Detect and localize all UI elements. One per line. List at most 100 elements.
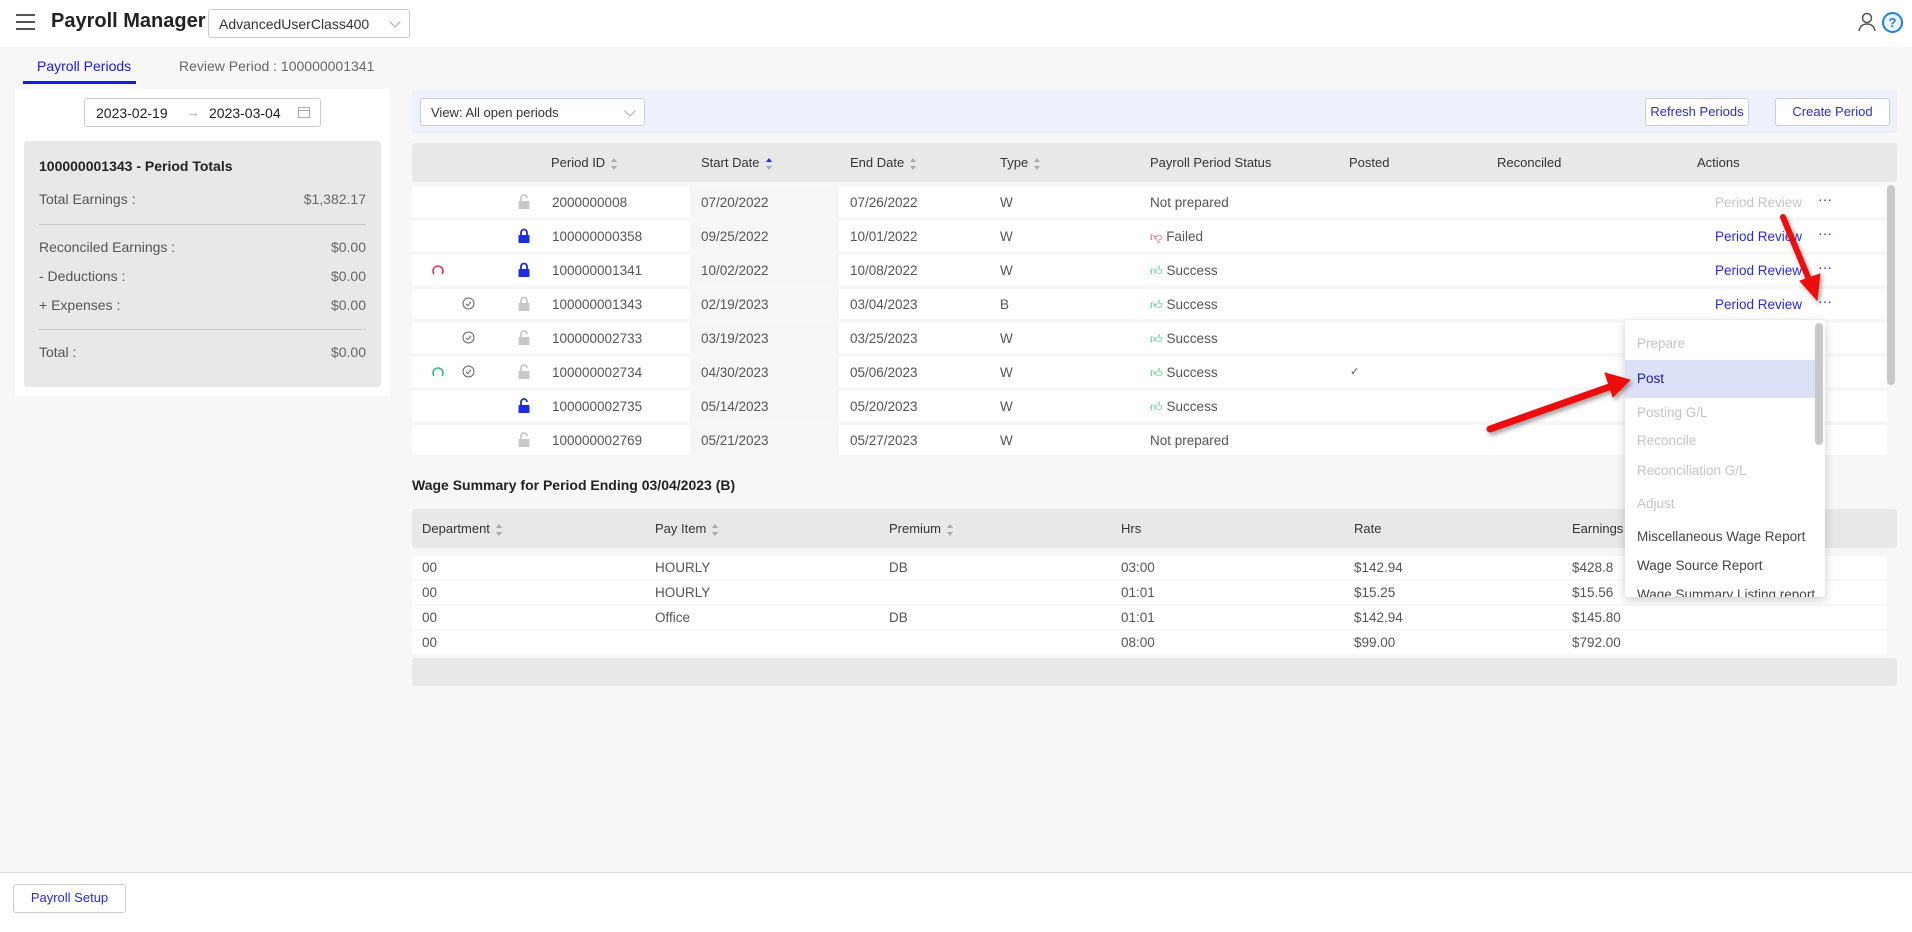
start-date: 05/21/2023 (701, 433, 769, 448)
expenses-label: + Expenses : (39, 297, 121, 313)
tab-payroll-periods[interactable]: Payroll Periods (37, 58, 131, 74)
periods-table-header: Period ID Start Date End Date Type Payro… (412, 143, 1897, 182)
table-row[interactable]: 2000000008 07/20/2022 07/26/2022 W Not prepa… (412, 187, 1887, 217)
end-date: 05/20/2023 (850, 399, 918, 414)
wage-cell-department: 00 (422, 635, 438, 650)
menu-item-post[interactable]: Post (1625, 360, 1815, 398)
period-type: W (1000, 365, 1013, 380)
table-row[interactable]: 100000001341 10/02/2022 10/08/2022 W 👍︎ Succe… (412, 255, 1887, 285)
app-title: Payroll Manager (51, 10, 206, 32)
date-range-picker[interactable]: 2023-02-19 → 2023-03-04 (84, 98, 321, 127)
footer-bar: Payroll Setup (0, 872, 1912, 932)
wage-row: 00 Office DB 01:01 $142.94 $145.80 (412, 606, 1887, 629)
tab-review-period[interactable]: Review Period : 100000001341 (179, 58, 374, 74)
wage-cell-earnings: $792.00 (1572, 635, 1621, 650)
start-date: 09/25/2022 (701, 229, 769, 244)
column-header-label: Pay Item (655, 521, 707, 536)
end-date: 10/08/2022 (850, 263, 918, 278)
start-date: 05/14/2023 (701, 399, 769, 414)
more-actions-button[interactable]: ··· (1818, 225, 1832, 241)
chevron-down-icon (624, 105, 636, 117)
status: 👍︎ Success (1150, 331, 1218, 347)
period-id: 100000002735 (552, 399, 643, 414)
active-tab-indicator (23, 81, 136, 84)
user-class-select[interactable]: AdvancedUserClass400 (208, 9, 410, 38)
period-review-link[interactable]: Period Review (1715, 229, 1802, 244)
help-icon[interactable]: ? (1882, 12, 1903, 33)
reconciled-earnings-label: Reconciled Earnings : (39, 239, 176, 255)
column-header-department[interactable]: Department (422, 521, 503, 536)
thumbs-up-icon: 👍︎ (1150, 264, 1163, 278)
menu-icon[interactable] (16, 14, 35, 30)
expenses-value: $0.00 (330, 297, 366, 313)
period-id: 100000001341 (552, 263, 643, 278)
more-actions-button[interactable]: ··· (1818, 293, 1832, 309)
table-row[interactable]: 100000000358 09/25/2022 10/01/2022 W 👎︎ Faile… (412, 221, 1887, 251)
column-header-start-date[interactable]: Start Date (701, 155, 773, 170)
sort-icon[interactable] (1034, 157, 1041, 170)
wage-cell-premium: DB (889, 610, 908, 625)
sort-icon[interactable] (495, 523, 503, 536)
column-header-actions: Actions (1697, 155, 1740, 170)
period-id: 100000001343 (552, 297, 643, 312)
column-header-hrs: Hrs (1121, 521, 1141, 536)
column-header-reconciled: Reconciled (1497, 155, 1562, 170)
table-row[interactable]: 100000001343 02/19/2023 03/04/2023 B 👍︎ Succe… (412, 289, 1887, 319)
period-id: 100000002734 (552, 365, 643, 380)
more-actions-button[interactable]: ··· (1818, 259, 1832, 275)
menu-item-wage-summary-listing-report[interactable]: Wage Summary Listing report (1625, 576, 1815, 597)
sort-icon[interactable] (712, 523, 719, 536)
column-header-period-id[interactable]: Period ID (551, 155, 618, 170)
period-id: 2000000008 (552, 195, 628, 210)
table-scrollbar[interactable] (1887, 185, 1895, 385)
status: Not prepared (1150, 195, 1229, 210)
periods-toolbar: View: All open periods Refresh Periods C… (412, 90, 1897, 133)
view-filter-select[interactable]: View: All open periods (420, 98, 645, 126)
period-type: B (1000, 297, 1010, 312)
status: Not prepared (1150, 433, 1229, 448)
sort-ascending-icon[interactable] (765, 157, 773, 170)
create-period-button[interactable]: Create Period (1775, 98, 1890, 126)
user-icon[interactable] (1857, 12, 1877, 32)
deductions-label: - Deductions : (39, 268, 126, 284)
wage-cell-rate: $142.94 (1354, 560, 1403, 575)
column-header-label: Hrs (1121, 521, 1142, 536)
status: 👍︎ Success (1150, 365, 1218, 381)
wage-cell-premium: DB (889, 560, 908, 575)
end-date: 05/06/2023 (850, 365, 918, 380)
payroll-setup-button[interactable]: Payroll Setup (13, 884, 126, 913)
period-review-link[interactable]: Period Review (1715, 263, 1802, 278)
start-date[interactable]: 2023-02-19 (96, 105, 168, 121)
check-circle-icon (462, 365, 475, 381)
view-filter-value: View: All open periods (431, 105, 559, 120)
start-date: 10/02/2022 (701, 263, 769, 278)
end-date: 03/25/2023 (850, 331, 918, 346)
sort-icon[interactable] (611, 157, 618, 170)
column-header-end-date[interactable]: End Date (850, 155, 917, 170)
total-earnings-label: Total Earnings : (39, 191, 136, 207)
column-header-earnings: Earnings (1572, 521, 1623, 536)
sort-icon[interactable] (947, 523, 954, 536)
wage-cell-pay-item: HOURLY (655, 585, 711, 600)
app-header: Payroll Manager AdvancedUserClass400 ? (0, 0, 1912, 47)
column-header-type[interactable]: Type (1000, 155, 1041, 170)
column-header-pay-item[interactable]: Pay Item (655, 521, 719, 536)
calendar-icon[interactable] (298, 106, 310, 118)
period-type: W (1000, 433, 1013, 448)
menu-scrollbar[interactable] (1815, 323, 1823, 445)
refresh-periods-button[interactable]: Refresh Periods (1645, 98, 1749, 126)
wage-row: 00 08:00 $99.00 $792.00 (412, 631, 1887, 654)
status: 👍︎ Success (1150, 263, 1218, 279)
sort-icon[interactable] (910, 157, 917, 170)
end-date[interactable]: 2023-03-04 (209, 105, 281, 121)
wage-cell-earnings: $428.8 (1572, 560, 1614, 575)
arrow-right-icon: → (186, 104, 200, 120)
wage-cell-hrs: 03:00 (1121, 560, 1155, 575)
period-review-link[interactable]: Period Review (1715, 297, 1802, 312)
period-actions-menu: Prepare Post Posting G/L Reconcile Reconcili… (1625, 320, 1825, 597)
end-date: 07/26/2022 (850, 195, 918, 210)
column-header-premium[interactable]: Premium (889, 521, 954, 536)
more-actions-button[interactable]: ··· (1818, 191, 1832, 207)
wage-cell-department: 00 (422, 610, 438, 625)
lock-icon (518, 262, 530, 280)
